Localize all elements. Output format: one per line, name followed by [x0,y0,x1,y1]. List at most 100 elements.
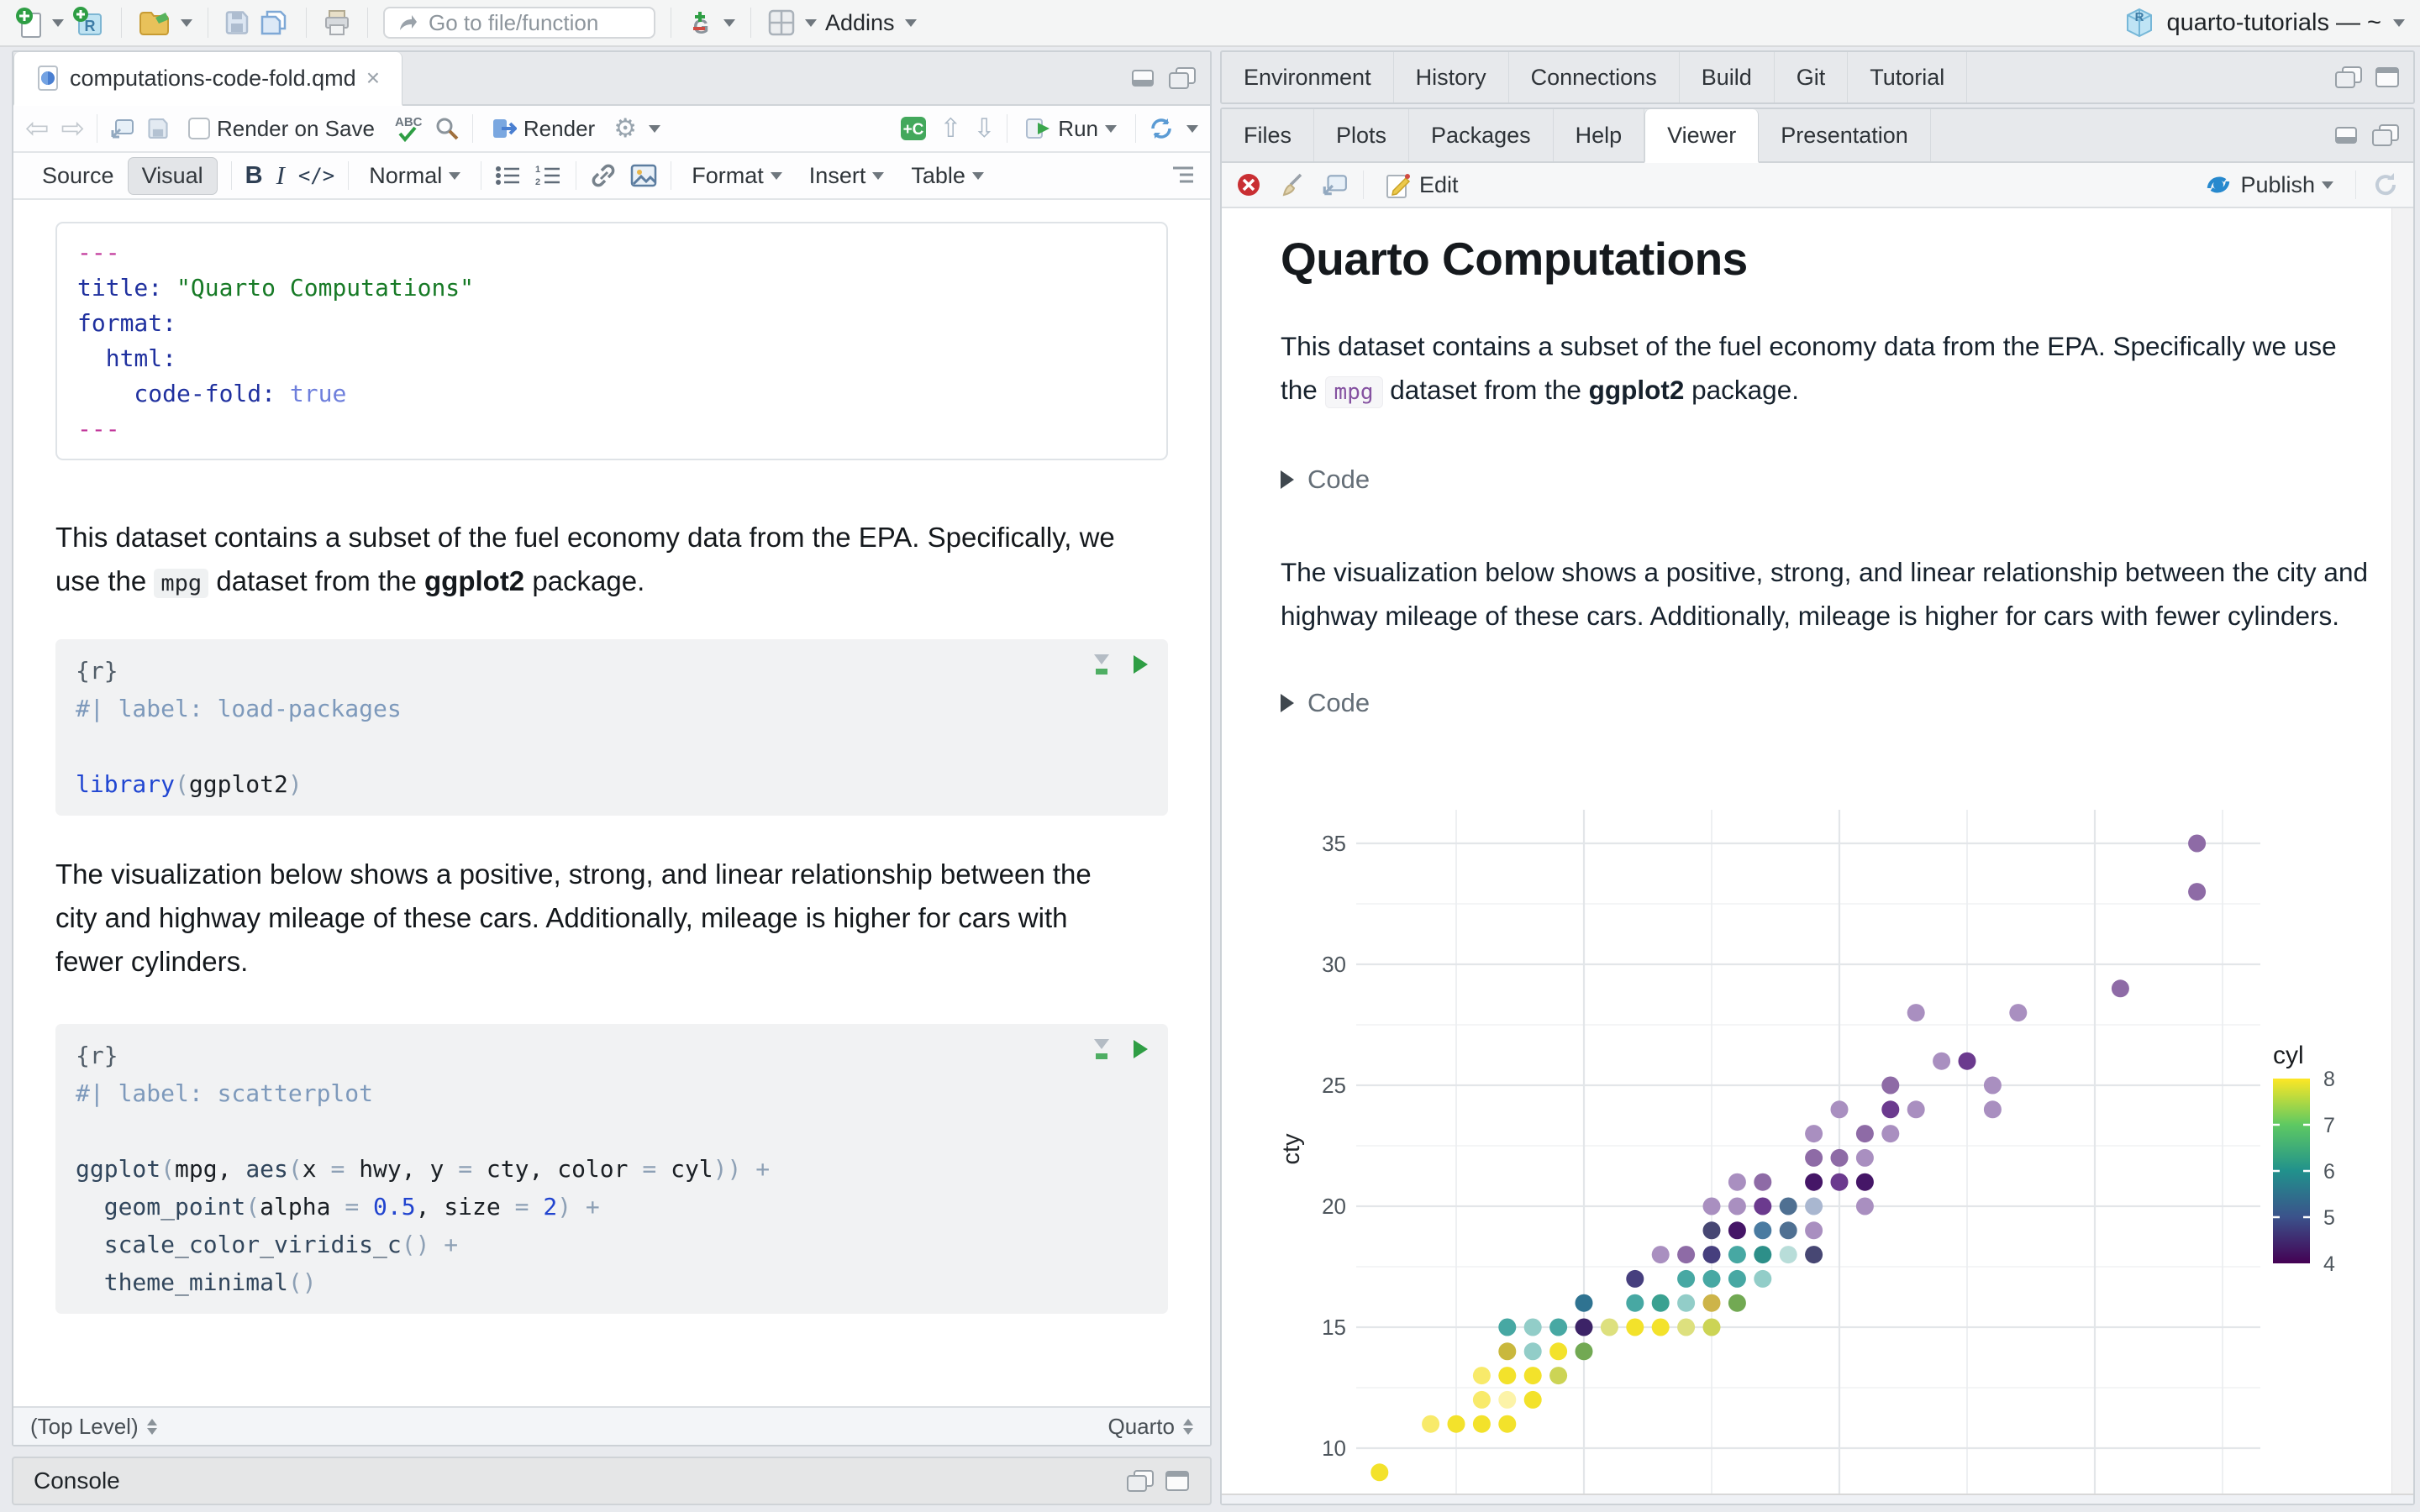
tab-presentation[interactable]: Presentation [1759,109,1931,161]
run-chunk-icon[interactable] [1131,654,1150,675]
run-button[interactable]: Run [1019,113,1123,145]
source-caret-icon[interactable] [1186,124,1198,133]
table-menu[interactable]: Table [904,160,991,192]
maximize-pane-icon[interactable] [1168,66,1197,90]
outline-icon[interactable] [1168,165,1195,186]
maximize-pane-icon[interactable] [1165,1470,1190,1492]
spellcheck-icon[interactable]: ABC [393,113,422,144]
forward-icon[interactable]: ⇨ [61,112,86,145]
data-point [1702,1318,1721,1336]
print-button[interactable] [322,8,352,37]
code-fold-2[interactable]: Code [1281,688,2354,718]
publish-button[interactable]: Publish [2196,168,2340,202]
insert-chunk-icon[interactable]: +C [899,115,928,142]
render-on-save-checkbox[interactable] [188,118,210,139]
source-mode-button[interactable]: Source [29,158,128,194]
new-file-button[interactable] [15,7,64,39]
format-menu[interactable]: Format [685,160,789,192]
run-chunks-above-icon[interactable] [1091,1037,1113,1061]
scope-indicator[interactable]: (Top Level) [30,1414,139,1440]
maximize-pane-icon[interactable] [2371,123,2400,147]
new-project-button[interactable]: R [72,6,106,39]
numbered-list-icon[interactable]: 12 [535,165,562,186]
code-chunk-scatterplot[interactable]: {r} #| label: scatterplot ggplot(mpg, aes… [55,1024,1168,1314]
tab-title: computations-code-fold.qmd [70,65,356,91]
tab-build[interactable]: Build [1680,52,1775,102]
filetype-indicator[interactable]: Quarto [1108,1414,1176,1440]
viewer-scrollbar[interactable] [2391,208,2413,1495]
refresh-icon[interactable] [2371,171,2400,199]
project-menu[interactable]: R quarto-tutorials — ~ [2123,6,2405,39]
link-icon[interactable] [590,164,617,187]
code-chunk-load-packages[interactable]: {r} #| label: load-packages library(ggplo… [55,639,1168,816]
svg-text:ABC: ABC [395,115,422,129]
visual-mode-button[interactable]: Visual [127,156,218,195]
editor-paragraph-1[interactable]: This dataset contains a subset of the fu… [55,516,1139,606]
data-point [1754,1197,1772,1215]
tab-files[interactable]: Files [1222,109,1315,161]
new-file-caret-icon [52,18,64,27]
clear-broom-icon[interactable] [1277,171,1306,198]
minimize-pane-icon[interactable] [2334,124,2360,146]
tab-git[interactable]: Git [1775,52,1849,102]
save-icon[interactable] [146,117,170,140]
italic-button[interactable]: I [276,160,285,191]
data-point [1983,1100,2002,1119]
render-settings-gear-icon[interactable]: ⚙ [613,113,637,144]
insert-menu[interactable]: Insert [802,160,892,192]
restore-pane-icon[interactable] [1126,1469,1155,1493]
tab-environment[interactable]: Environment [1222,52,1394,102]
popout-icon[interactable] [109,117,134,140]
source-rerun-icon[interactable] [1148,116,1175,141]
scope-updown-icon[interactable] [146,1418,157,1435]
run-chunk-icon[interactable] [1131,1038,1150,1060]
open-file-button[interactable] [137,8,192,38]
data-point [1855,1173,1874,1191]
bold-button[interactable]: B [245,162,263,190]
tab-plots[interactable]: Plots [1314,109,1410,161]
code-button[interactable]: </> [298,164,334,187]
tab-viewer[interactable]: Viewer [1644,109,1760,163]
tab-help[interactable]: Help [1554,109,1645,161]
editor-paragraph-2[interactable]: The visualization below shows a positive… [55,853,1139,984]
filetype-updown-icon[interactable] [1183,1418,1193,1435]
tab-tutorial[interactable]: Tutorial [1848,52,1968,102]
inline-code-mpg: mpg [154,569,209,598]
yaml-block[interactable]: --- title: "Quarto Computations" format: h… [55,222,1168,460]
tab-computations-code-fold[interactable]: computations-code-fold.qmd × [13,52,403,106]
edit-button[interactable]: Edit [1379,167,1465,202]
stop-viewer-icon[interactable] [1235,171,1262,198]
tab-connections[interactable]: Connections [1509,52,1680,102]
addins-button[interactable]: Addins [825,10,917,36]
run-next-chunks-icon[interactable]: ⇩ [973,113,995,144]
goto-file-input[interactable]: Go to file/function [383,7,655,39]
minimize-pane-icon[interactable] [1131,67,1156,89]
popout-icon[interactable] [1321,172,1348,197]
render-on-save-toggle[interactable]: Render on Save [182,113,381,145]
render-settings-caret-icon[interactable] [648,124,660,133]
viewer-content[interactable]: Quarto Computations This dataset contain… [1222,208,2413,1504]
workspace-panes-button[interactable] [766,8,817,38]
render-button[interactable]: Render [485,113,602,145]
save-all-button[interactable] [259,8,291,37]
paragraph-style-select[interactable]: Normal [362,160,467,192]
restore-pane-icon[interactable] [2334,66,2363,89]
image-icon[interactable] [630,164,657,187]
maximize-pane-icon[interactable] [2375,66,2400,88]
code-fold-1[interactable]: Code [1281,465,2354,495]
run-chunks-above-icon[interactable] [1091,653,1113,676]
tab-history[interactable]: History [1394,52,1509,102]
editor-content[interactable]: --- title: "Quarto Computations" format: h… [13,200,1210,1314]
version-control-button[interactable]: G [687,7,735,39]
tab-close-icon[interactable]: × [366,65,380,92]
doc-inline-code-mpg: mpg [1324,376,1383,408]
find-replace-icon[interactable] [434,115,460,142]
render-icon [492,119,517,138]
text: dataset from the [1382,375,1589,405]
save-button[interactable] [224,9,250,36]
run-previous-chunks-icon[interactable]: ⇧ [939,113,961,144]
tab-packages[interactable]: Packages [1409,109,1554,161]
render-label: Render [523,115,596,141]
bullet-list-icon[interactable] [495,165,522,186]
back-icon[interactable]: ⇦ [25,112,50,145]
